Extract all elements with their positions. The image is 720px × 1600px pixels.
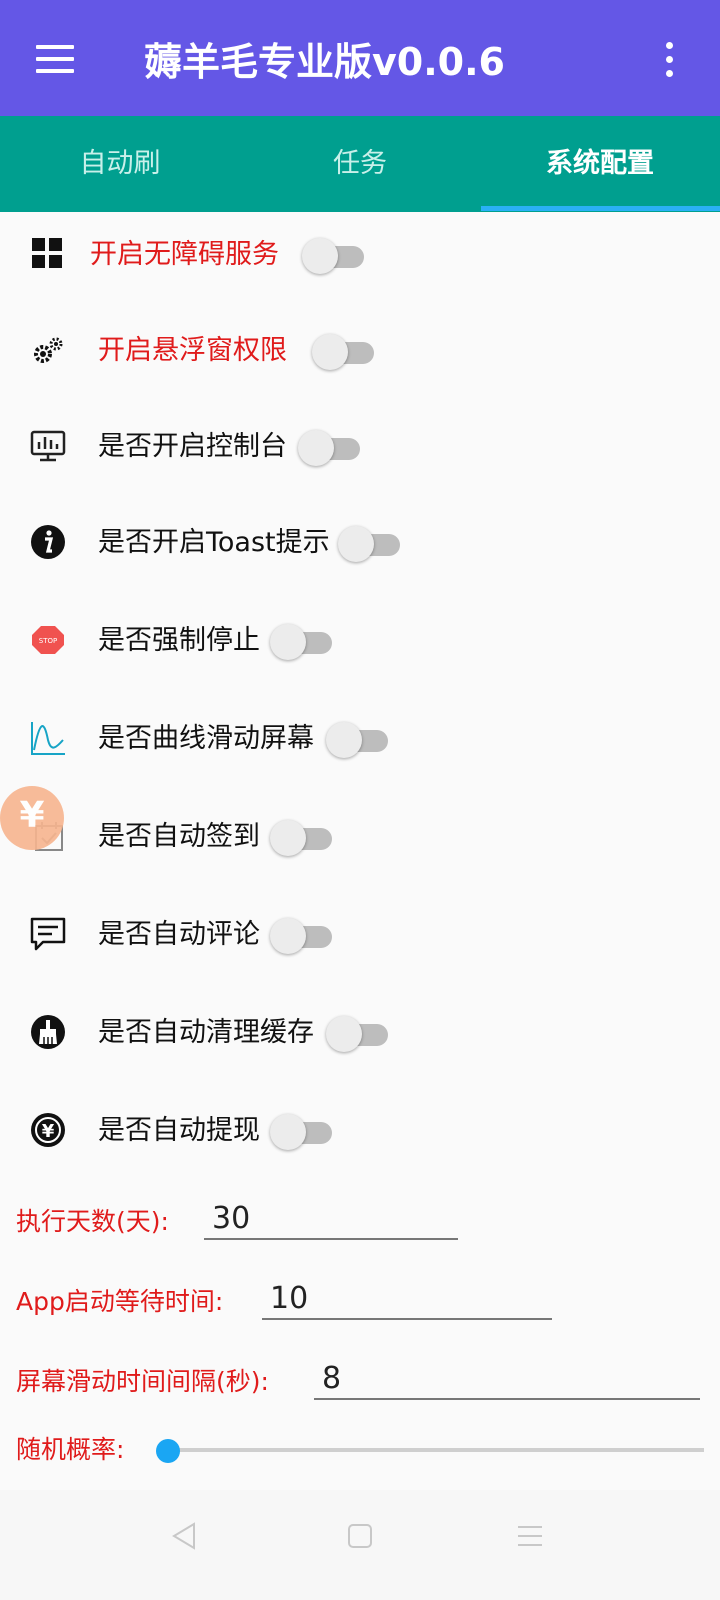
slider-label-random-probability: 随机概率: (16, 1435, 125, 1464)
app-title: 薅羊毛专业版v0.0.6 (144, 40, 505, 84)
curve-icon (28, 718, 68, 758)
toggle-overlay[interactable] (312, 334, 374, 370)
setting-label-auto-clear-cache: 是否自动清理缓存 (98, 1017, 314, 1048)
setting-row-curve-swipe: 是否曲线滑动屏幕 (0, 708, 720, 768)
grid-icon (28, 234, 68, 274)
tab-auto-brush[interactable]: 自动刷 (0, 116, 240, 212)
floating-yuan-glyph: ¥ (19, 795, 45, 836)
field-run-days: 执行天数(天): (0, 1198, 720, 1248)
monitor-chart-icon (28, 426, 68, 466)
tab-system-config[interactable]: 系统配置 (480, 116, 720, 212)
setting-row-accessibility: 开启无障碍服务 (0, 224, 720, 284)
toggle-force-stop[interactable] (270, 624, 332, 660)
field-label-swipe-interval: 屏幕滑动时间间隔(秒): (16, 1367, 269, 1396)
run-days-input[interactable] (204, 1198, 458, 1240)
gears-icon (28, 330, 68, 370)
random-probability-row: 随机概率: (0, 1426, 720, 1476)
setting-label-curve-swipe: 是否曲线滑动屏幕 (98, 723, 314, 754)
setting-row-auto-comment: 是否自动评论 (0, 904, 720, 964)
setting-row-toast: 是否开启Toast提示 (0, 512, 720, 572)
tab-tasks[interactable]: 任务 (240, 116, 480, 212)
setting-label-auto-checkin: 是否自动签到 (98, 821, 260, 852)
floating-yuan-button[interactable]: ¥ (0, 786, 64, 850)
active-tab-indicator (481, 206, 720, 211)
system-navigation-bar (0, 1490, 720, 1600)
setting-row-overlay: 开启悬浮窗权限 (0, 320, 720, 380)
home-icon[interactable] (340, 1516, 380, 1556)
toggle-auto-withdraw[interactable] (270, 1114, 332, 1150)
setting-label-auto-comment: 是否自动评论 (98, 919, 260, 950)
toggle-accessibility[interactable] (302, 238, 364, 274)
random-probability-slider-thumb[interactable] (156, 1439, 180, 1463)
setting-label-accessibility: 开启无障碍服务 (90, 239, 279, 270)
stop-sign-icon: STOP (28, 620, 68, 660)
back-icon[interactable] (164, 1516, 204, 1556)
more-options-icon[interactable] (664, 42, 676, 78)
toggle-curve-swipe[interactable] (326, 722, 388, 758)
menu-icon[interactable] (36, 45, 76, 73)
setting-label-console: 是否开启控制台 (98, 431, 287, 462)
tab-bar: 自动刷 任务 系统配置 (0, 116, 720, 212)
field-app-launch-wait: App启动等待时间: (0, 1278, 720, 1328)
svg-text:¥: ¥ (42, 1121, 55, 1142)
setting-row-force-stop: STOP 是否强制停止 (0, 610, 720, 670)
setting-row-console: 是否开启控制台 (0, 416, 720, 476)
svg-text:STOP: STOP (39, 637, 57, 645)
setting-label-overlay: 开启悬浮窗权限 (98, 335, 287, 366)
info-icon (28, 522, 68, 562)
broom-icon (28, 1012, 68, 1052)
random-probability-slider-track[interactable] (168, 1448, 704, 1452)
field-label-run-days: 执行天数(天): (16, 1207, 169, 1236)
setting-row-auto-checkin: 是否自动签到 (0, 806, 720, 866)
app-launch-wait-input[interactable] (262, 1278, 552, 1320)
toggle-auto-clear-cache[interactable] (326, 1016, 388, 1052)
setting-label-toast: 是否开启Toast提示 (98, 527, 330, 558)
comment-icon (28, 914, 68, 954)
toggle-auto-checkin[interactable] (270, 820, 332, 856)
app-bar: 薅羊毛专业版v0.0.6 (0, 0, 720, 116)
field-swipe-interval: 屏幕滑动时间间隔(秒): (0, 1358, 720, 1408)
toggle-toast[interactable] (338, 526, 400, 562)
recents-menu-icon[interactable] (510, 1516, 550, 1556)
toggle-auto-comment[interactable] (270, 918, 332, 954)
setting-label-force-stop: 是否强制停止 (98, 625, 260, 656)
setting-row-auto-clear-cache: 是否自动清理缓存 (0, 1002, 720, 1062)
yuan-coin-icon: ¥ (28, 1110, 68, 1150)
setting-label-auto-withdraw: 是否自动提现 (98, 1115, 260, 1146)
field-label-app-launch-wait: App启动等待时间: (16, 1287, 224, 1316)
setting-row-auto-withdraw: ¥ 是否自动提现 (0, 1100, 720, 1160)
swipe-interval-input[interactable] (314, 1358, 700, 1400)
toggle-console[interactable] (298, 430, 360, 466)
